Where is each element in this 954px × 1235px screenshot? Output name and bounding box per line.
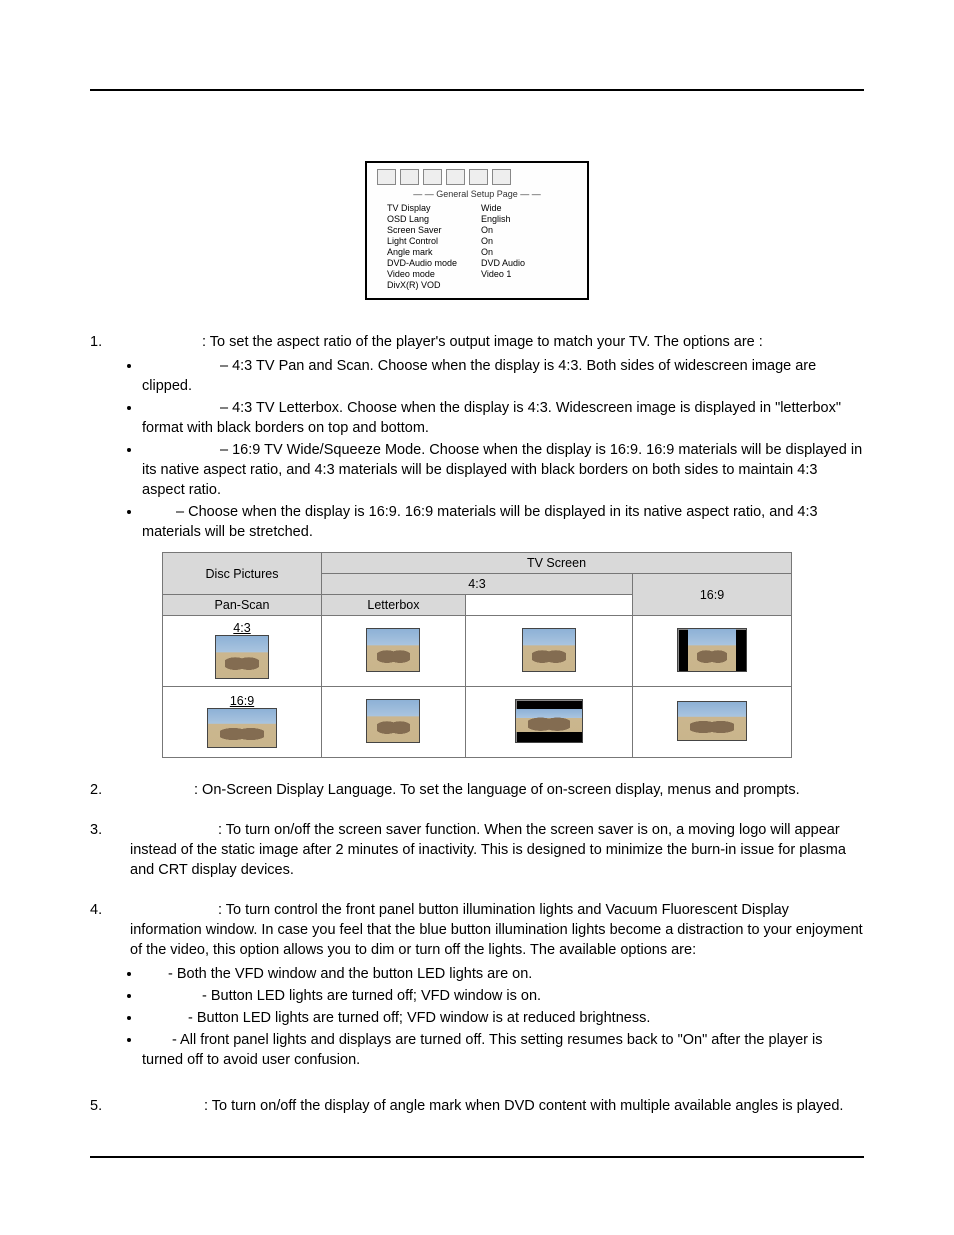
setup-tab-icon [492, 169, 511, 185]
header-rule [90, 89, 864, 91]
light-control-options: - Both the VFD window and the button LED… [90, 964, 864, 1070]
setup-tab-icon [469, 169, 488, 185]
setup-value: DVD Audio [481, 258, 575, 268]
item-osd-lang: 2. : On-Screen Display Language. To set … [90, 780, 864, 800]
item-text: : To turn control the front panel button… [130, 902, 863, 958]
cell-43-169 [633, 616, 792, 687]
setup-label: Angle mark [387, 247, 481, 257]
option-text: - All front panel lights and displays ar… [142, 1032, 823, 1068]
th-disc-pictures: Disc Pictures [163, 553, 322, 595]
setup-label: Video mode [387, 269, 481, 279]
item-body: : On-Screen Display Language. To set the… [130, 780, 864, 800]
option-text: – 4:3 TV Pan and Scan. Choose when the d… [142, 358, 816, 394]
cell-src-43: 4:3 [163, 616, 322, 687]
setup-tab-icon [446, 169, 465, 185]
footer-rule [90, 1156, 864, 1158]
setup-value: Video 1 [481, 269, 575, 279]
light-option: - Button LED lights are turned off; VFD … [142, 986, 864, 1006]
thumb-43-panscan [366, 628, 420, 672]
cell-src-169: 16:9 [163, 687, 322, 758]
cell-43-lb [465, 616, 632, 687]
thumb-43-letterbox [522, 628, 576, 672]
setup-box: — — General Setup Page — — TV DisplayWid… [365, 161, 589, 300]
item-text: : To turn on/off the screen saver functi… [130, 822, 846, 878]
option-letterbox: – 4:3 TV Letterbox. Choose when the disp… [142, 398, 864, 438]
row-label: 16:9 [164, 694, 320, 708]
setup-value: English [481, 214, 575, 224]
item-number: 2. [90, 780, 106, 800]
th-43: 4:3 [322, 574, 633, 595]
item-number: 4. [90, 900, 106, 960]
thumb-169-src [207, 708, 277, 748]
option-pan-scan: – 4:3 TV Pan and Scan. Choose when the d… [142, 356, 864, 396]
option-wide: – Choose when the display is 16:9. 16:9 … [142, 502, 864, 542]
row-label: 4:3 [164, 621, 320, 635]
setup-rows: TV DisplayWide OSD LangEnglish Screen Sa… [367, 201, 587, 298]
th-letterbox: Letterbox [322, 595, 466, 616]
item-number: 5. [90, 1096, 106, 1116]
setup-value: Wide [481, 203, 575, 213]
option-text: – 4:3 TV Letterbox. Choose when the disp… [142, 400, 841, 436]
cell-169-169 [633, 687, 792, 758]
option-text: - Button LED lights are turned off; VFD … [188, 1010, 650, 1026]
light-option: - Both the VFD window and the button LED… [142, 964, 864, 984]
item-screen-saver: 3. : To turn on/off the screen saver fun… [90, 820, 864, 880]
option-text: - Button LED lights are turned off; VFD … [202, 988, 541, 1004]
item-text: : To set the aspect ratio of the player'… [202, 334, 763, 350]
item-number: 1. [90, 332, 106, 352]
option-squeeze: – 16:9 TV Wide/Squeeze Mode. Choose when… [142, 440, 864, 500]
cell-43-ps [322, 616, 466, 687]
thumb-43-src [215, 635, 269, 679]
setup-title: — — General Setup Page — — [367, 187, 587, 201]
item-light-control: 4. : To turn control the front panel but… [90, 900, 864, 960]
light-option: - Button LED lights are turned off; VFD … [142, 1008, 864, 1028]
setup-value: On [481, 236, 575, 246]
setup-label: Screen Saver [387, 225, 481, 235]
th-169: 16:9 [633, 574, 792, 616]
aspect-ratio-table: Disc Pictures TV Screen 4:3 16:9 Pan-Sca… [162, 552, 792, 758]
th-panscan: Pan-Scan [163, 595, 322, 616]
setup-tab-icon [423, 169, 442, 185]
setup-icon-row [367, 163, 587, 187]
cell-169-ps [322, 687, 466, 758]
setup-label: DVD-Audio mode [387, 258, 481, 268]
setup-label: OSD Lang [387, 214, 481, 224]
setup-value [481, 280, 575, 290]
item-body: : To turn control the front panel button… [130, 900, 864, 960]
option-text: – 16:9 TV Wide/Squeeze Mode. Choose when… [142, 442, 862, 498]
setup-label: TV Display [387, 203, 481, 213]
cell-169-lb [465, 687, 632, 758]
thumb-43-on-169 [677, 628, 747, 672]
setup-tab-icon [377, 169, 396, 185]
item-body: : To set the aspect ratio of the player'… [130, 332, 864, 352]
item-body: : To turn on/off the screen saver functi… [130, 820, 864, 880]
th-tv-screen: TV Screen [322, 553, 792, 574]
setup-label: Light Control [387, 236, 481, 246]
light-option: - All front panel lights and displays ar… [142, 1030, 864, 1070]
setup-value: On [481, 225, 575, 235]
thumb-169-on-169 [677, 701, 747, 741]
item-number: 3. [90, 820, 106, 880]
option-text: – Choose when the display is 16:9. 16:9 … [142, 504, 818, 540]
setup-label: DivX(R) VOD [387, 280, 481, 290]
thumb-169-letterbox [515, 699, 583, 743]
item-body: : To turn on/off the display of angle ma… [130, 1096, 864, 1116]
thumb-169-panscan [366, 699, 420, 743]
setup-value: On [481, 247, 575, 257]
option-text: - Both the VFD window and the button LED… [168, 966, 532, 982]
item-angle-mark: 5. : To turn on/off the display of angle… [90, 1096, 864, 1116]
item-text: : On-Screen Display Language. To set the… [194, 782, 800, 798]
item-tv-display: 1. : To set the aspect ratio of the play… [90, 332, 864, 352]
tv-display-options: – 4:3 TV Pan and Scan. Choose when the d… [90, 356, 864, 542]
item-text: : To turn on/off the display of angle ma… [204, 1098, 843, 1114]
setup-tab-icon [400, 169, 419, 185]
